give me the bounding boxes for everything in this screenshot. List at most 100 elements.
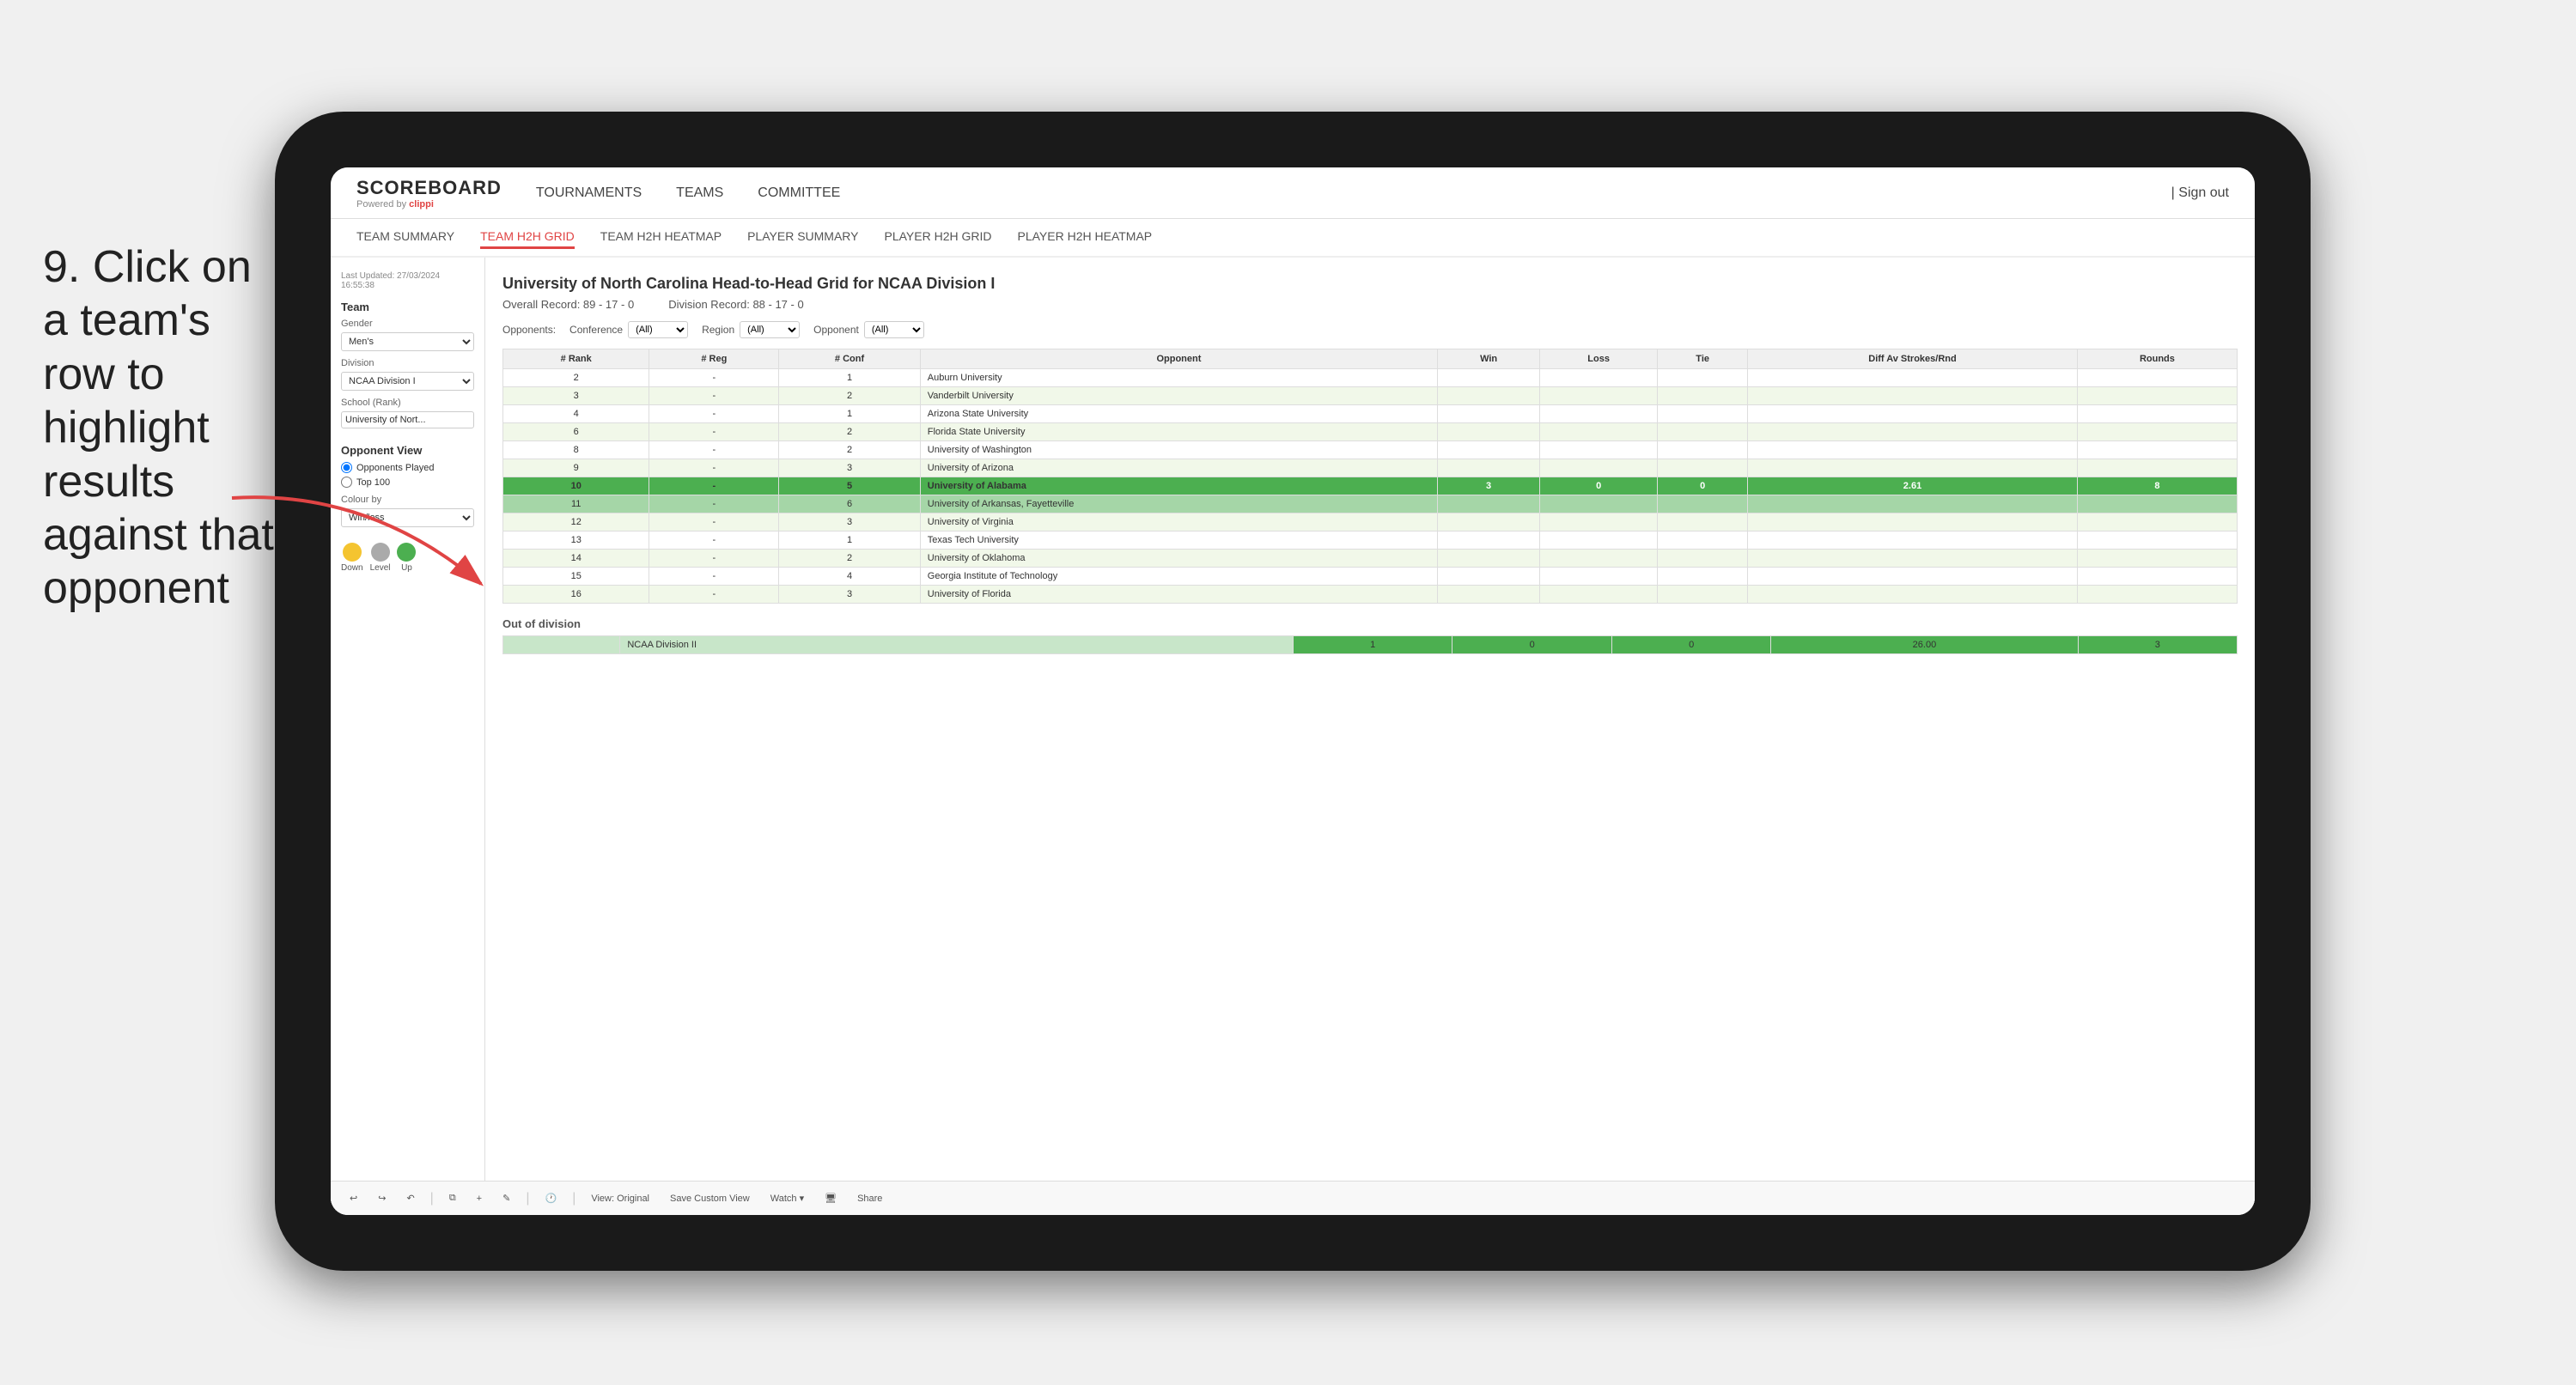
data-cell (2077, 495, 2237, 513)
col-rank: # Rank (503, 349, 649, 369)
radio-top100[interactable]: Top 100 (341, 477, 474, 488)
watch-btn[interactable]: Watch ▾ (765, 1190, 809, 1206)
data-cell (1438, 513, 1540, 532)
data-cell: 6 (503, 423, 649, 441)
data-cell: 2.61 (1748, 477, 2078, 495)
tab-player-summary[interactable]: PLAYER SUMMARY (747, 226, 858, 249)
data-cell (1748, 369, 2078, 387)
out-of-division-title: Out of division (502, 617, 2238, 630)
data-cell (2077, 459, 2237, 477)
gender-select[interactable]: Men's (341, 332, 474, 351)
colour-by-select[interactable]: Win/loss (341, 508, 474, 527)
data-cell (1748, 568, 2078, 586)
nav-committee[interactable]: COMMITTEE (758, 182, 840, 204)
table-row[interactable]: 9-3University of Arizona (503, 459, 2238, 477)
region-select[interactable]: (All) (740, 321, 800, 338)
data-cell: 15 (503, 568, 649, 586)
out-of-division-tie: 0 (1611, 636, 1770, 654)
school-label: School (Rank) (341, 398, 474, 408)
screen-btn[interactable]: 🖥 (819, 1190, 842, 1206)
data-cell (1658, 387, 1748, 405)
tab-player-h2h-heatmap[interactable]: PLAYER H2H HEATMAP (1018, 226, 1153, 249)
data-cell: 8 (2077, 477, 2237, 495)
data-cell (1658, 495, 1748, 513)
table-row[interactable]: 15-4Georgia Institute of Technology (503, 568, 2238, 586)
data-cell (2077, 568, 2237, 586)
redo-btn[interactable]: ↪ (373, 1190, 391, 1206)
data-cell (1658, 550, 1748, 568)
data-cell (1438, 586, 1540, 604)
data-cell (1540, 532, 1658, 550)
table-row[interactable]: 12-3University of Virginia (503, 513, 2238, 532)
clock-btn[interactable]: 🕐 (539, 1190, 562, 1206)
tab-team-h2h-grid[interactable]: TEAM H2H GRID (480, 226, 575, 249)
col-rounds: Rounds (2077, 349, 2237, 369)
legend-area: Down Level Up (341, 543, 474, 573)
nav-teams[interactable]: TEAMS (676, 182, 723, 204)
table-row[interactable]: 14-2University of Oklahoma (503, 550, 2238, 568)
gender-label: Gender (341, 319, 474, 329)
out-of-division-section: Out of division NCAA Division II 1 0 0 2… (502, 617, 2238, 654)
data-cell (1438, 387, 1540, 405)
out-of-division-win: 1 (1293, 636, 1452, 654)
logo-area: SCOREBOARD Powered by clippi (356, 177, 502, 210)
out-of-division-table: NCAA Division II 1 0 0 26.00 3 (502, 635, 2238, 654)
col-tie: Tie (1658, 349, 1748, 369)
data-cell: - (649, 513, 779, 532)
copy-btn[interactable]: ⧉ (444, 1190, 461, 1206)
data-cell (1438, 550, 1540, 568)
col-diff: Diff Av Strokes/Rnd (1748, 349, 2078, 369)
table-row[interactable]: 11-6University of Arkansas, Fayetteville (503, 495, 2238, 513)
nav-links: TOURNAMENTS TEAMS COMMITTEE (536, 182, 2171, 204)
share-btn[interactable]: Share (852, 1191, 887, 1206)
data-cell: 3 (779, 586, 921, 604)
data-cell: - (649, 369, 779, 387)
out-of-division-row[interactable]: NCAA Division II 1 0 0 26.00 3 (503, 636, 2238, 654)
data-cell (1658, 568, 1748, 586)
division-label: Division (341, 358, 474, 368)
data-cell (1658, 405, 1748, 423)
table-row[interactable]: 8-2University of Washington (503, 441, 2238, 459)
save-custom-btn[interactable]: Save Custom View (665, 1191, 755, 1206)
edit-btn[interactable]: ✎ (497, 1190, 515, 1206)
school-input[interactable] (341, 411, 474, 428)
team-name-cell: Florida State University (920, 423, 1437, 441)
data-cell (1748, 405, 2078, 423)
table-row[interactable]: 13-1Texas Tech University (503, 532, 2238, 550)
division-select[interactable]: NCAA Division I (341, 372, 474, 391)
table-row[interactable]: 10-5University of Alabama3002.618 (503, 477, 2238, 495)
add-btn[interactable]: + (472, 1191, 487, 1206)
table-row[interactable]: 16-3University of Florida (503, 586, 2238, 604)
conference-filter: Conference (All) (569, 321, 688, 338)
tab-player-h2h-grid[interactable]: PLAYER H2H GRID (885, 226, 992, 249)
data-cell: 2 (779, 387, 921, 405)
division-record: Division Record: 88 - 17 - 0 (668, 298, 804, 311)
nav-tournaments[interactable]: TOURNAMENTS (536, 182, 642, 204)
tab-team-summary[interactable]: TEAM SUMMARY (356, 226, 454, 249)
data-cell (1658, 513, 1748, 532)
sign-out-link[interactable]: | Sign out (2171, 185, 2229, 201)
data-cell (1540, 387, 1658, 405)
data-cell: 5 (779, 477, 921, 495)
table-row[interactable]: 2-1Auburn University (503, 369, 2238, 387)
undo-btn[interactable]: ↩ (344, 1190, 362, 1206)
data-cell: - (649, 495, 779, 513)
data-cell: 3 (779, 459, 921, 477)
radio-opponents-played[interactable]: Opponents Played (341, 462, 474, 473)
conference-select[interactable]: (All) (628, 321, 688, 338)
back-btn[interactable]: ↶ (401, 1190, 419, 1206)
data-cell (1658, 459, 1748, 477)
tab-team-h2h-heatmap[interactable]: TEAM H2H HEATMAP (600, 226, 722, 249)
opponent-select[interactable]: (All) (864, 321, 924, 338)
view-original-btn[interactable]: View: Original (586, 1191, 655, 1206)
data-cell (1658, 532, 1748, 550)
table-row[interactable]: 4-1Arizona State University (503, 405, 2238, 423)
bottom-toolbar: ↩ ↪ ↶ | ⧉ + ✎ | 🕐 | View: Original Save … (331, 1181, 2255, 1215)
data-cell (2077, 405, 2237, 423)
team-name-cell: University of Florida (920, 586, 1437, 604)
legend-up-dot (397, 543, 416, 562)
data-cell (1748, 459, 2078, 477)
table-row[interactable]: 6-2Florida State University (503, 423, 2238, 441)
table-row[interactable]: 3-2Vanderbilt University (503, 387, 2238, 405)
data-cell: - (649, 477, 779, 495)
